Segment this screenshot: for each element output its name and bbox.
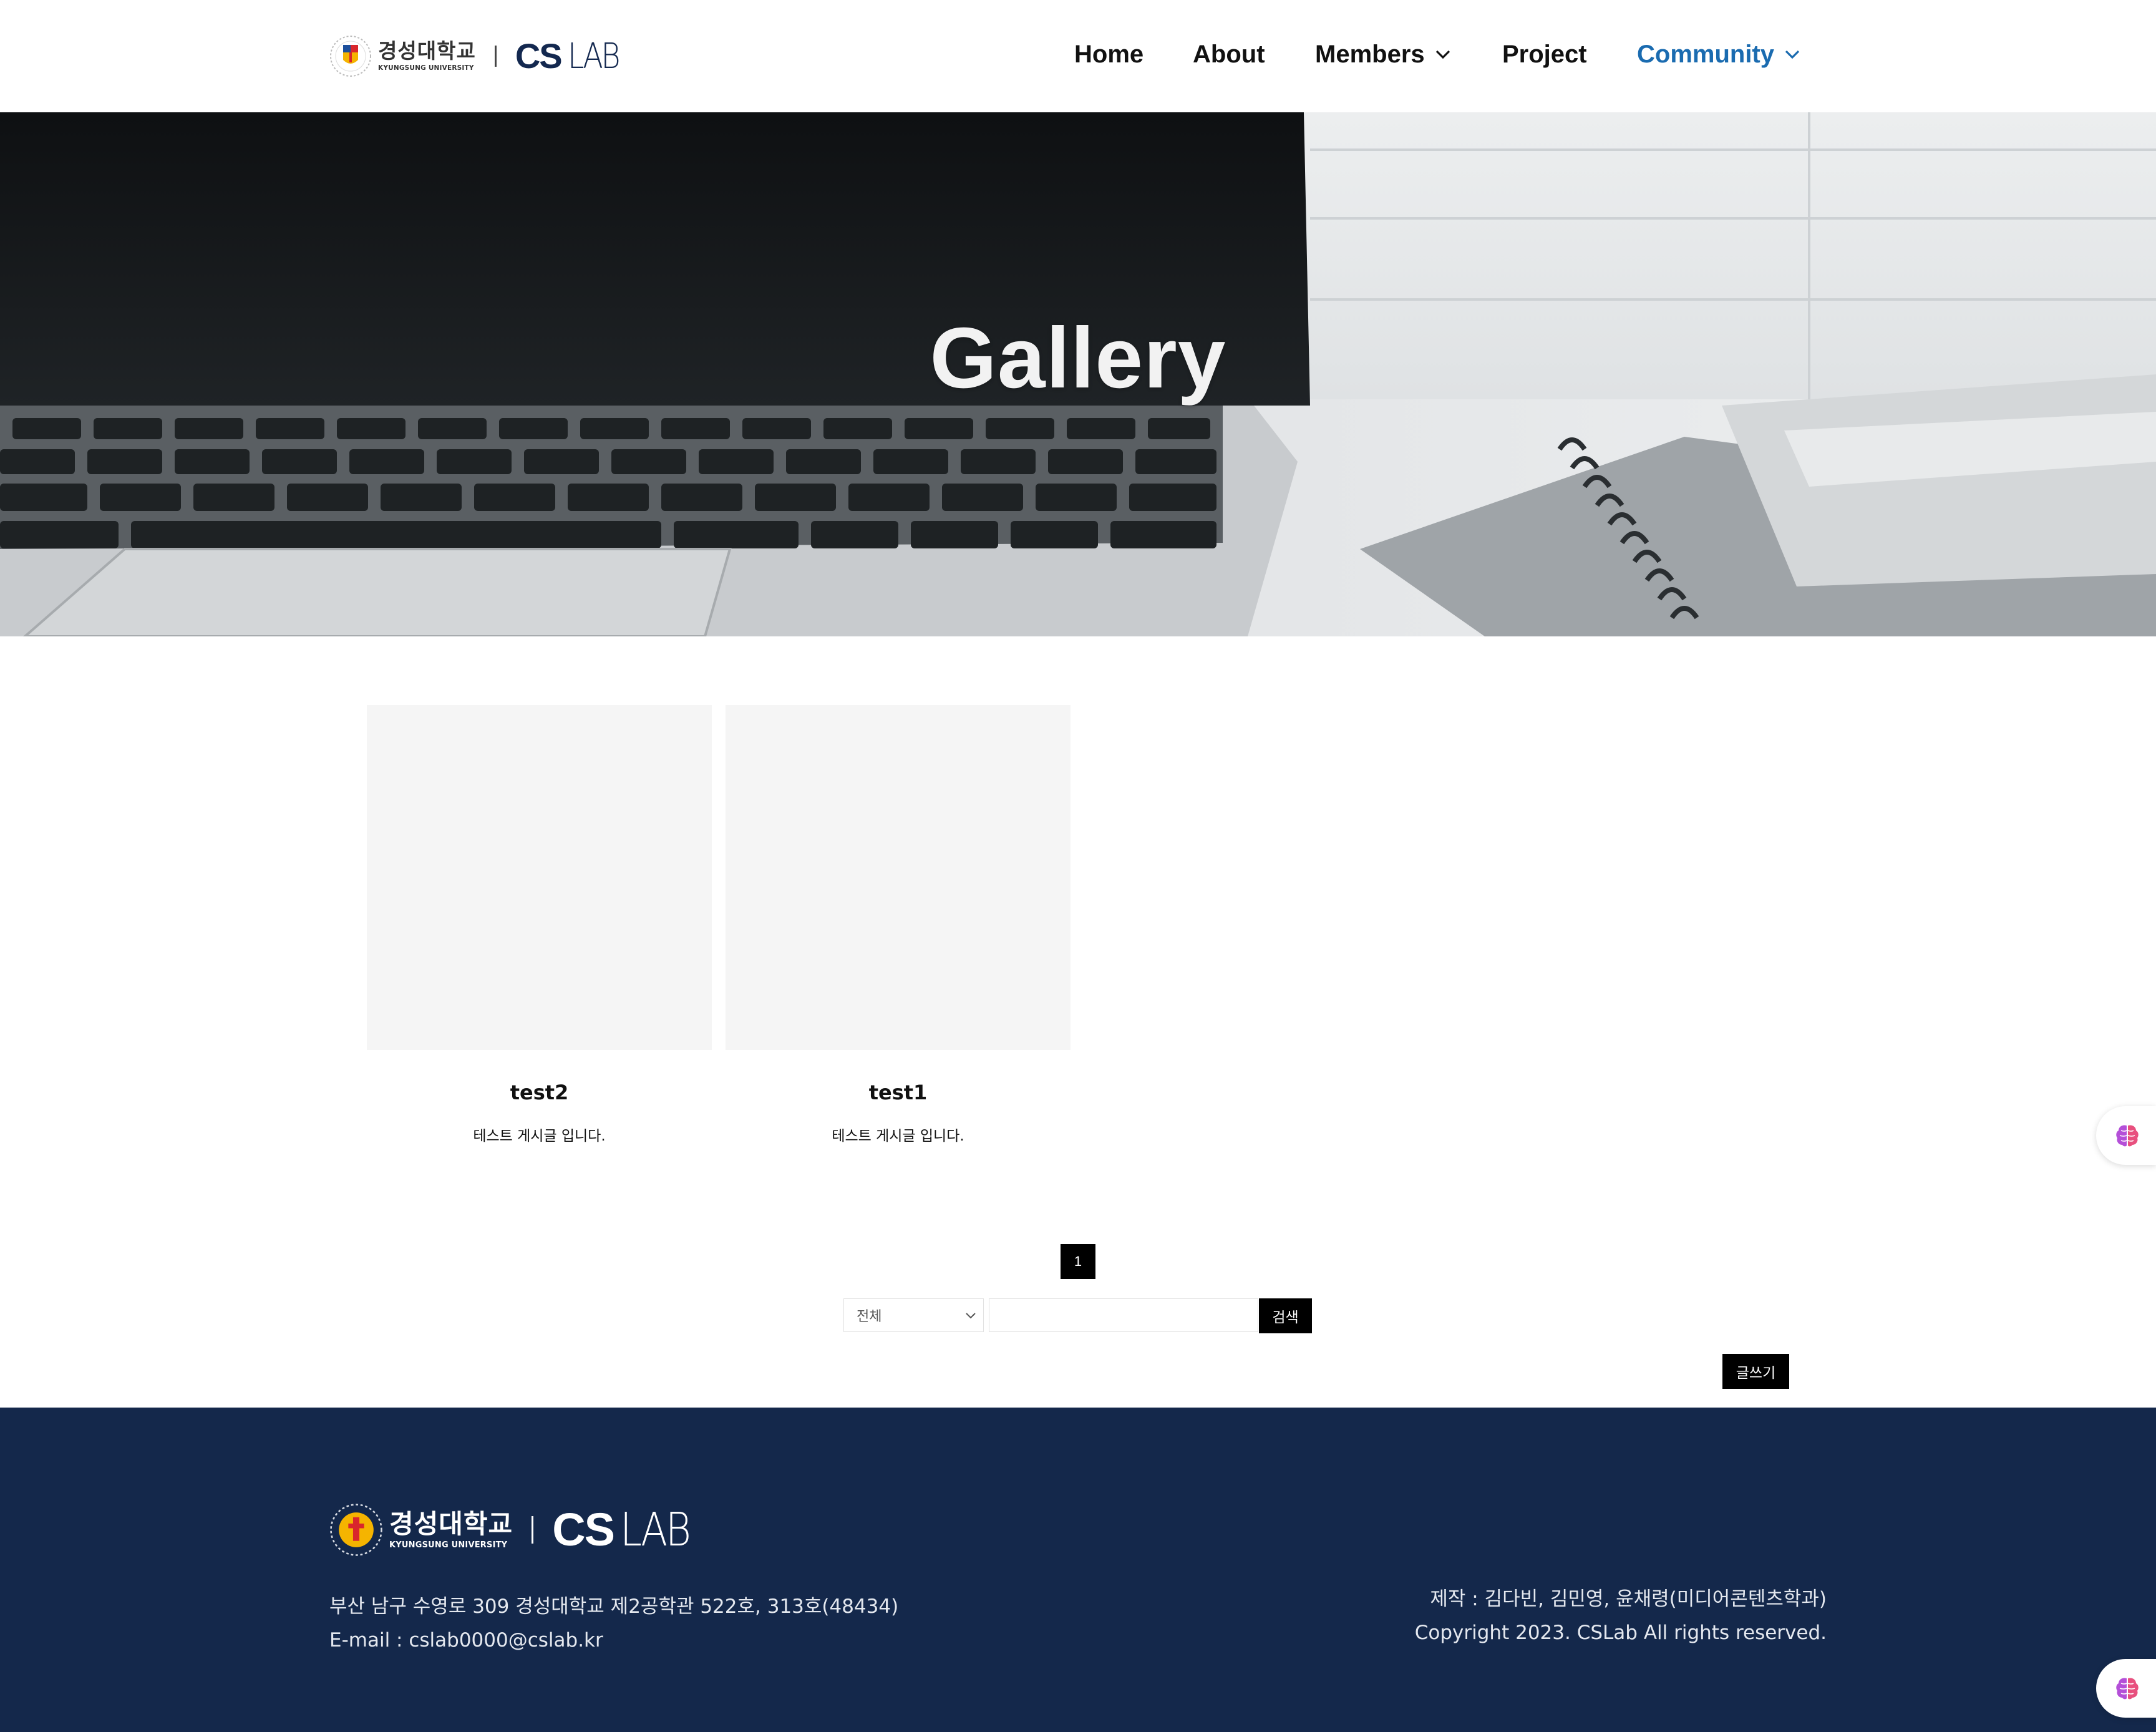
footer-logo[interactable]: 경성대학교 KYUNGSUNG UNIVERSITY CS LAB [329, 1503, 701, 1557]
nav-members-label: Members [1315, 40, 1425, 68]
hero-banner: Gallery [0, 112, 2156, 636]
page-title: Gallery [930, 310, 1226, 406]
footer-credits: 제작 : 김다빈, 김민영, 윤채령(미디어콘텐츠학과) Copyright 2… [1415, 1582, 1827, 1650]
brain-icon [2116, 1125, 2139, 1147]
footer-logo-university-name: 경성대학교 [389, 1508, 513, 1539]
nav-about[interactable]: About [1193, 37, 1265, 71]
search-button[interactable]: 검색 [1259, 1298, 1312, 1333]
logo-university-name: 경성대학교 [378, 39, 476, 64]
gallery-card-title[interactable]: test1 [726, 1082, 1071, 1102]
site-logo[interactable]: 경성대학교 KYUNGSUNG UNIVERSITY CS LAB [329, 31, 627, 81]
nav-project-label: Project [1502, 40, 1587, 68]
chevron-down-icon [1785, 50, 1800, 59]
footer-logo-lab-cs: CS [552, 1504, 615, 1555]
gallery-card[interactable]: test2 테스트 게시글 입니다. [367, 705, 712, 1144]
logo-lab-cs: CS [515, 36, 563, 75]
nav-about-label: About [1193, 40, 1265, 68]
footer-credits-text: 제작 : 김다빈, 김민영, 윤채령(미디어콘텐츠학과) [1430, 1588, 1827, 1610]
search-scope-value: 전체 [857, 1309, 882, 1325]
nav-members[interactable]: Members [1315, 37, 1451, 71]
floating-widget-button[interactable] [2096, 1659, 2156, 1718]
floating-widget-button[interactable] [2096, 1106, 2156, 1165]
nav-community-label: Community [1637, 40, 1774, 68]
footer-copyright: Copyright 2023. CSLab All rights reserve… [1414, 1622, 1827, 1644]
nav-project[interactable]: Project [1502, 37, 1587, 71]
footer-logo-divider [532, 1516, 534, 1544]
write-post-button[interactable]: 글쓰기 [1722, 1354, 1789, 1389]
logo-lab-lab: LAB [567, 36, 621, 77]
pagination-page-1[interactable]: 1 [1061, 1244, 1095, 1279]
search-input[interactable] [989, 1298, 1258, 1332]
gallery-card-title[interactable]: test2 [367, 1082, 712, 1102]
gallery-card[interactable]: test1 테스트 게시글 입니다. [726, 705, 1071, 1144]
search-scope-select[interactable]: 전체 [843, 1298, 984, 1332]
gallery-thumbnail[interactable] [367, 705, 712, 1050]
site-footer: 경성대학교 KYUNGSUNG UNIVERSITY CS LAB 부산 남구 … [0, 1408, 2156, 1732]
nav-home-label: Home [1074, 40, 1144, 68]
footer-logo-university-name-en: KYUNGSUNG UNIVERSITY [389, 1540, 508, 1550]
footer-address: 부산 남구 수영로 309 경성대학교 제2공학관 522호, 313호(484… [329, 1595, 899, 1618]
chevron-down-icon [1435, 50, 1450, 59]
footer-logo-lab-lab: LAB [620, 1503, 691, 1557]
university-emblem-icon [330, 36, 371, 77]
footer-email: E-mail : cslab0000@cslab.kr [329, 1629, 603, 1652]
logo-university-name-en: KYUNGSUNG UNIVERSITY [378, 64, 474, 72]
nav-home[interactable]: Home [1074, 37, 1144, 71]
footer-contact: 부산 남구 수영로 309 경성대학교 제2공학관 522호, 313호(484… [329, 1590, 898, 1657]
gallery-card-description: 테스트 게시글 입니다. [473, 1128, 606, 1144]
gallery-card-description: 테스트 게시글 입니다. [832, 1128, 964, 1144]
university-emblem-icon [330, 1504, 382, 1556]
nav-community[interactable]: Community [1637, 37, 1800, 71]
site-header: 경성대학교 KYUNGSUNG UNIVERSITY CS LAB Home A… [0, 0, 2156, 112]
logo-divider [494, 46, 497, 67]
gallery-thumbnail[interactable] [726, 705, 1071, 1050]
chevron-down-icon [966, 1313, 976, 1319]
brain-icon [2116, 1678, 2139, 1700]
